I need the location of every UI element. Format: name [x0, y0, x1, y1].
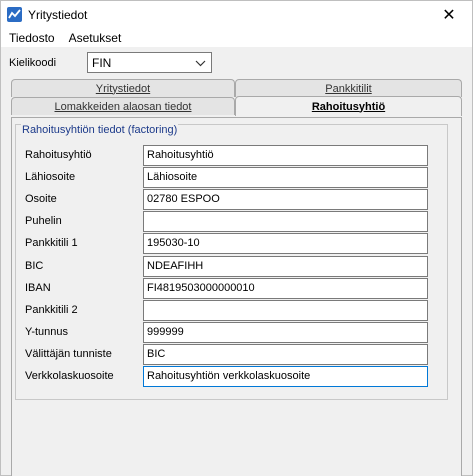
language-select[interactable]: FIN — [87, 52, 212, 73]
field-row-puhelin: Puhelin — [1, 211, 473, 232]
tab-pankkitilit[interactable]: Pankkitilit — [235, 79, 462, 97]
title-bar[interactable]: Yritystiedot ✕ — [1, 1, 472, 29]
field-row-pankkitili-1: Pankkitili 1 195030-10 — [1, 233, 473, 254]
iban-input[interactable]: FI4819503000000010 — [143, 278, 428, 299]
field-row-y-tunnus: Y-tunnus 999999 — [1, 322, 473, 343]
field-row-pankkitili-2: Pankkitili 2 — [1, 300, 473, 321]
y-tunnus-input[interactable]: 999999 — [143, 322, 428, 343]
field-row-rahoitusyhtio: Rahoitusyhtiö Rahoitusyhtiö — [1, 145, 473, 166]
field-label: Osoite — [25, 193, 57, 205]
close-icon: ✕ — [442, 7, 456, 24]
tab-yritystiedot-label: Yritystiedot — [95, 82, 151, 95]
menu-tiedosto[interactable]: Tiedosto — [1, 29, 62, 47]
field-label: Välittäjän tunniste — [25, 348, 112, 360]
valittajan-tunniste-input[interactable]: BIC — [143, 344, 428, 365]
tab-rahoitusyhtio[interactable]: Rahoitusyhtiö — [235, 96, 462, 116]
language-label: Kielikoodi — [9, 57, 57, 69]
language-select-value: FIN — [92, 55, 112, 70]
puhelin-input[interactable] — [143, 211, 428, 232]
field-label: Pankkitili 2 — [25, 304, 78, 316]
menu-asetukset[interactable]: Asetukset — [62, 29, 129, 47]
tab-lomakkeiden-label: Lomakkeiden alaosan tiedot — [54, 100, 192, 113]
close-button[interactable]: ✕ — [426, 1, 472, 29]
tab-lomakkeiden-alaosan-tiedot[interactable]: Lomakkeiden alaosan tiedot — [11, 97, 235, 115]
tab-yritystiedot[interactable]: Yritystiedot — [11, 79, 235, 97]
window: Yritystiedot ✕ Tiedosto Asetukset Kielik… — [0, 0, 473, 476]
field-label: BIC — [25, 260, 44, 272]
field-row-osoite: Osoite 02780 ESPOO — [1, 189, 473, 210]
field-row-iban: IBAN FI4819503000000010 — [1, 278, 473, 299]
field-label: Verkkolaskuosoite — [25, 370, 114, 382]
lahiosoite-input[interactable]: Lähiosoite — [143, 167, 428, 188]
rahoitusyhtio-input[interactable]: Rahoitusyhtiö — [143, 145, 428, 166]
field-label: Puhelin — [25, 215, 62, 227]
field-row-verkkolaskuosoite: Verkkolaskuosoite Rahoitusyhtiön verkkol… — [1, 366, 473, 387]
window-title: Yritystiedot — [28, 8, 88, 22]
field-label: Lähiosoite — [25, 171, 76, 183]
field-label: Rahoitusyhtiö — [25, 149, 92, 161]
chevron-down-icon — [195, 60, 206, 67]
field-row-lahiosoite: Lähiosoite Lähiosoite — [1, 167, 473, 188]
osoite-input[interactable]: 02780 ESPOO — [143, 189, 428, 210]
field-label: Pankkitili 1 — [25, 237, 78, 249]
field-label: IBAN — [25, 282, 51, 294]
tab-pankkitilit-label: Pankkitilit — [325, 82, 372, 95]
pankkitili-2-input[interactable] — [143, 300, 428, 321]
group-title: Rahoitusyhtiön tiedot (factoring) — [21, 124, 179, 136]
menu-bar: Tiedosto Asetukset — [1, 29, 472, 47]
app-icon — [7, 7, 22, 22]
field-label: Y-tunnus — [25, 326, 69, 338]
pankkitili-1-input[interactable]: 195030-10 — [143, 233, 428, 254]
tab-rahoitusyhtio-label: Rahoitusyhtiö — [311, 100, 386, 113]
verkkolaskuosoite-input[interactable]: Rahoitusyhtiön verkkolaskuosoite — [143, 366, 428, 387]
field-row-valittajan-tunniste: Välittäjän tunniste BIC — [1, 344, 473, 365]
field-row-bic: BIC NDEAFIHH — [1, 256, 473, 277]
bic-input[interactable]: NDEAFIHH — [143, 256, 428, 277]
